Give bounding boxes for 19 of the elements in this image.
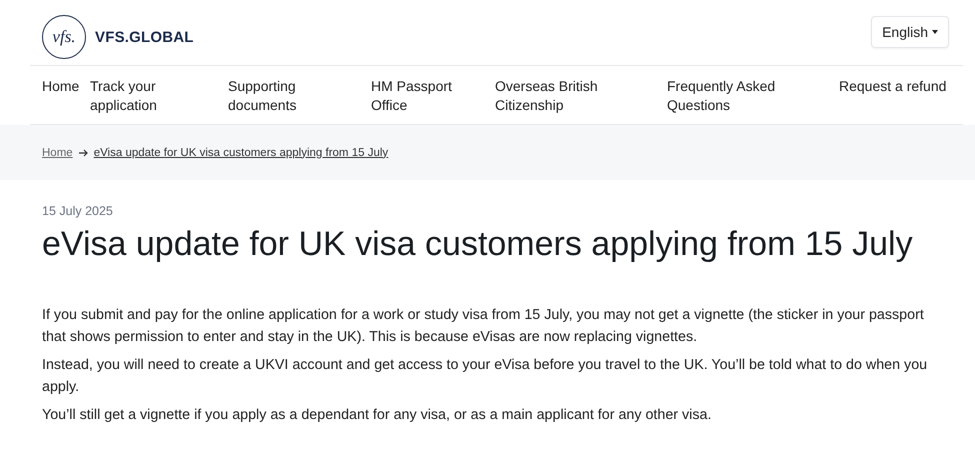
arrow-icon — [78, 148, 88, 156]
publish-date: 15 July 2025 — [42, 204, 114, 218]
breadcrumb-link[interactable]: eVisa update for UK visa customers applying from 15 July — [94, 146, 388, 158]
language-dropdown[interactable]: English — [871, 16, 949, 48]
nav-link[interactable]: Overseas British Citizenship — [495, 77, 667, 115]
logo-mark: vfs. — [42, 15, 86, 59]
caret-icon — [932, 30, 938, 34]
brand-name: VFS.GLOBAL — [95, 28, 194, 46]
paragraph: If you submit and pay for the online application for a work or study visa from 15 July, you may not get a vignette (the sticker in your passport that shows permission to enter and stay in the UK). This is because eVisas are now replacing vignettes. — [42, 306, 925, 347]
nav-link[interactable]: Request a refund — [839, 77, 963, 115]
nav-link[interactable]: Track your application — [90, 77, 228, 115]
nav-link[interactable]: Supporting documents — [228, 77, 371, 115]
paragraph: You’ll still get a vignette if you apply as a dependant for any visa, or as a main applicant for any other visa. — [42, 406, 712, 425]
breadcrumb-link[interactable]: Home — [42, 146, 73, 158]
article-title: eVisa update for UK visa customers applying from 15 July — [42, 224, 914, 265]
nav-link[interactable]: HM Passport Office — [371, 77, 495, 115]
nav-link[interactable]: Frequently Asked Questions — [667, 77, 839, 115]
nav-link[interactable]: Home — [42, 77, 90, 115]
paragraph: Instead, you will need to create a UKVI account and get access to your eVisa before you travel to the UK. You’ll be told what to do when you apply. — [42, 356, 928, 397]
